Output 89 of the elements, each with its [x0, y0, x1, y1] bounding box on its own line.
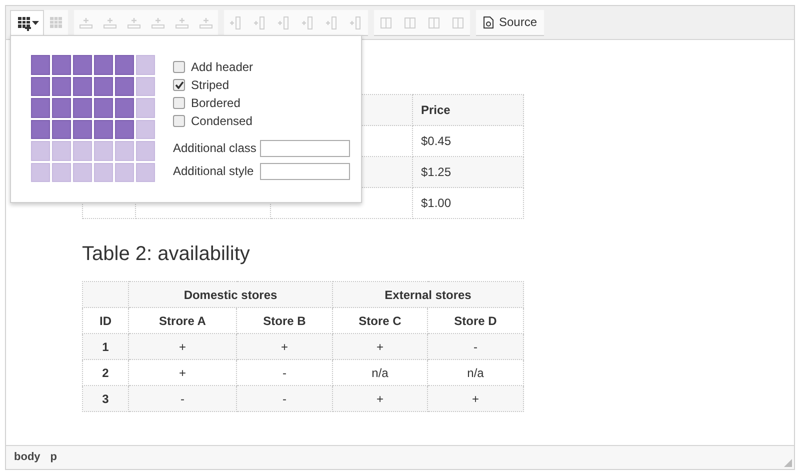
option-label: Condensed — [191, 113, 252, 130]
grid-cell[interactable] — [52, 120, 71, 139]
grid-cell[interactable] — [31, 120, 50, 139]
grid-cell[interactable] — [94, 162, 113, 182]
table-cell: $0.45 — [412, 126, 524, 156]
cell-split-icon — [426, 14, 442, 30]
grid-cell[interactable] — [52, 98, 71, 118]
header-cell: Store B — [236, 308, 332, 334]
grid-cell[interactable] — [31, 141, 50, 160]
grid-cell[interactable] — [52, 141, 71, 160]
field-label: Additional style — [173, 163, 255, 180]
table-cell: 2 — [82, 360, 128, 386]
path-item[interactable]: p — [50, 449, 58, 466]
table-cell: - — [428, 334, 524, 360]
table-cell: - — [128, 386, 236, 412]
table-cell: 3 — [82, 386, 128, 412]
grid-cell[interactable] — [31, 55, 50, 74]
table-cell: + — [128, 334, 236, 360]
checkbox[interactable] — [173, 115, 185, 127]
table-cell: $1.00 — [412, 188, 524, 218]
cell-edit-icon — [378, 14, 394, 30]
cell-icon — [450, 14, 466, 30]
grid-cell[interactable] — [115, 76, 134, 96]
grid-cell[interactable] — [73, 55, 92, 74]
grid-cell[interactable] — [94, 55, 113, 74]
table-cell: $1.25 — [412, 156, 524, 188]
input-field[interactable] — [260, 162, 350, 180]
table-cell: 1 — [82, 334, 128, 360]
header-cell: Price — [412, 94, 524, 126]
checkmark-icon — [174, 81, 184, 89]
grid-cell[interactable] — [31, 162, 50, 182]
table-cell: + — [128, 360, 236, 386]
resize-handle-icon[interactable] — [784, 459, 792, 467]
table-cell: n/a — [428, 360, 524, 386]
option-label: Striped — [191, 77, 230, 94]
table-cell: + — [332, 334, 428, 360]
option-label: Add header — [191, 59, 254, 76]
grid-cell[interactable] — [115, 120, 134, 139]
grid-cell[interactable] — [73, 76, 92, 96]
caret-icon — [32, 21, 38, 25]
grid-cell[interactable] — [94, 76, 113, 96]
header-cell: Strore A — [128, 308, 236, 334]
grid-cell[interactable] — [94, 98, 113, 118]
document-icon — [483, 16, 494, 28]
grid-cell[interactable] — [136, 55, 155, 74]
cell-merge-icon — [402, 14, 418, 30]
grid-cell[interactable] — [73, 162, 92, 182]
header-cell: Store C — [332, 308, 428, 334]
grid-cell[interactable] — [73, 120, 92, 139]
grid-cell[interactable] — [73, 98, 92, 118]
grid-cell[interactable] — [115, 141, 134, 160]
grid-cell[interactable] — [94, 120, 113, 139]
grid-cell[interactable] — [73, 141, 92, 160]
header-cell: External stores — [332, 282, 524, 308]
table-cell: - — [236, 360, 332, 386]
table-cell: n/a — [332, 360, 428, 386]
option-label: Bordered — [191, 95, 240, 112]
grid-cell[interactable] — [115, 162, 134, 182]
checkbox[interactable] — [173, 79, 185, 91]
grid-cell[interactable] — [136, 120, 155, 139]
grid-cell[interactable] — [52, 162, 71, 182]
grid-cell[interactable] — [136, 141, 155, 160]
grid-cell[interactable] — [115, 98, 134, 118]
field-label: Additional class — [173, 140, 258, 157]
table-cell: + — [428, 386, 524, 412]
toolbar-button[interactable] — [10, 10, 44, 36]
header-cell: Store D — [428, 308, 524, 334]
grid-cell[interactable] — [136, 162, 155, 182]
checkbox[interactable] — [173, 61, 185, 73]
grid-cell[interactable] — [31, 76, 50, 96]
grid-cell[interactable] — [115, 55, 134, 74]
grid-cell[interactable] — [136, 76, 155, 96]
path-item[interactable]: body — [14, 449, 40, 466]
header-cell: Domestic stores — [128, 282, 332, 308]
grid-cell[interactable] — [31, 98, 50, 118]
grid-cell[interactable] — [136, 98, 155, 118]
source-button[interactable]: Source — [476, 10, 544, 36]
table-cell: + — [332, 386, 428, 412]
table-cell: - — [236, 386, 332, 412]
header-cell: ID — [82, 308, 128, 334]
grid-cell[interactable] — [94, 141, 113, 160]
checkbox[interactable] — [173, 97, 185, 109]
grid-cell[interactable] — [52, 76, 71, 96]
table-icon — [16, 15, 32, 31]
table-cell: + — [236, 334, 332, 360]
table-edit-icon — [48, 14, 64, 30]
heading: Table 2: availability — [82, 242, 251, 267]
grid-cell[interactable] — [52, 55, 71, 74]
input-field[interactable] — [260, 140, 350, 156]
